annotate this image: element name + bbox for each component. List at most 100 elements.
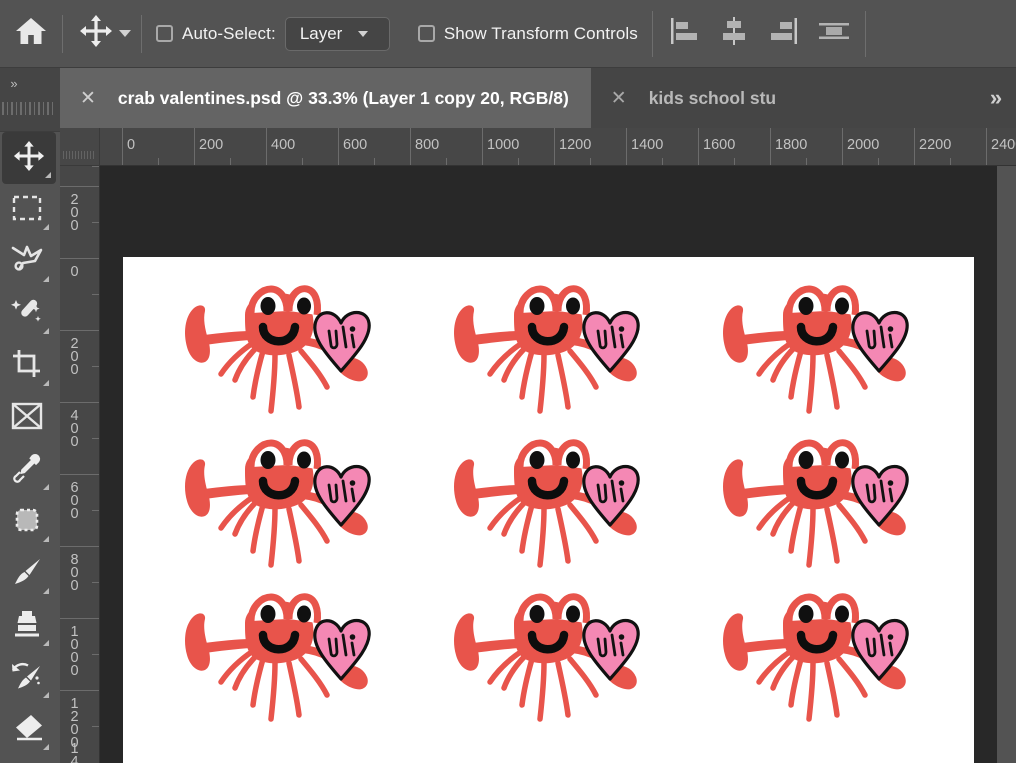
document-tab-kids-school[interactable]: ✕ kids school stu — [590, 68, 799, 128]
tool-object-selection[interactable] — [0, 288, 54, 340]
ruler-label: 1000 — [487, 137, 520, 153]
ruler-label: 600 — [343, 137, 368, 153]
tool-flyout-indicator — [43, 588, 49, 594]
spot-healing-brush-icon — [11, 505, 43, 540]
crab-valentine-artwork — [709, 433, 939, 583]
rectangular-marquee-icon — [12, 195, 42, 226]
ruler-label: 2400 — [991, 137, 1016, 153]
auto-select-group: Auto-Select: Layer — [142, 0, 404, 68]
tool-spot-healing-brush[interactable] — [0, 496, 54, 548]
auto-select-target-dropdown[interactable]: Layer — [284, 16, 390, 51]
ruler-label: 200 — [199, 137, 224, 153]
tools-panel-drag-handle[interactable] — [2, 100, 56, 116]
horizontal-ruler[interactable]: 0 200 400 600 800 1000 1200 1400 1600 18… — [100, 128, 1016, 166]
align-horizontal-centers-button[interactable] — [709, 0, 759, 68]
brush-icon — [11, 557, 43, 592]
crab-valentine-artwork — [440, 587, 670, 737]
close-icon[interactable]: ✕ — [611, 88, 627, 108]
frame-icon — [11, 402, 43, 435]
ruler-label: 1400 — [631, 137, 664, 153]
show-transform-controls-checkbox[interactable] — [417, 25, 435, 42]
align-left-edges-button[interactable] — [659, 0, 709, 68]
crab-valentine-artwork — [709, 587, 939, 737]
ruler-corner-grip — [63, 151, 96, 159]
ruler-label: 400 — [66, 408, 83, 447]
photoshop-window: Auto-Select: Layer Show Transform Contro… — [0, 0, 1016, 763]
canvas-viewport[interactable] — [100, 166, 997, 763]
crab-valentine-artwork — [440, 279, 670, 429]
crab-valentine-artwork — [171, 279, 401, 429]
tool-rectangular-marquee[interactable] — [0, 184, 54, 236]
toolbox — [0, 132, 60, 763]
document-canvas[interactable] — [123, 257, 974, 763]
align-buttons-group — [653, 0, 865, 68]
tool-flyout-indicator — [43, 380, 49, 386]
tool-gradient[interactable] — [0, 756, 54, 763]
eyedropper-icon — [11, 453, 43, 488]
auto-select-target-value: Layer — [299, 23, 343, 43]
move-tool-icon — [79, 14, 113, 53]
crab-valentine-artwork — [440, 433, 670, 583]
tool-flyout-indicator — [45, 172, 51, 178]
options-bar: Auto-Select: Layer Show Transform Contro… — [0, 0, 1016, 68]
tab-overflow-button[interactable]: » — [976, 68, 1016, 128]
clone-stamp-icon — [11, 609, 43, 644]
ruler-label: 1000 — [66, 624, 83, 676]
align-right-icon — [767, 16, 801, 51]
crab-valentine-artwork — [171, 587, 401, 737]
align-right-edges-button[interactable] — [759, 0, 809, 68]
tool-move[interactable] — [2, 132, 56, 184]
show-transform-group: Show Transform Controls — [404, 0, 652, 68]
ruler-origin-corner[interactable] — [60, 128, 100, 166]
tool-flyout-indicator — [43, 536, 49, 542]
tool-flyout-indicator — [43, 744, 49, 750]
tool-clone-stamp[interactable] — [0, 600, 54, 652]
align-center-vertical-icon — [816, 16, 852, 51]
tool-flyout-indicator — [43, 484, 49, 490]
tool-brush[interactable] — [0, 548, 54, 600]
close-icon[interactable]: ✕ — [80, 88, 96, 108]
magic-wand-icon — [11, 297, 43, 332]
ruler-label: 0 — [127, 137, 136, 153]
document-tab-title: kids school stu — [648, 87, 777, 108]
ruler-label: 600 — [66, 480, 83, 519]
tool-history-brush[interactable] — [0, 652, 54, 704]
chevron-double-right-icon[interactable]: » — [4, 72, 24, 94]
vertical-ruler[interactable]: 200 0 200 400 600 800 1000 1200 140 — [60, 166, 100, 763]
ruler-label: 800 — [66, 552, 83, 591]
tools-panel-header: » — [0, 68, 60, 132]
tool-flyout-indicator — [43, 224, 49, 230]
active-tool-picker[interactable] — [63, 0, 141, 68]
ruler-label: 200 — [66, 336, 83, 375]
align-center-horizontal-icon — [717, 16, 751, 51]
align-left-icon — [667, 16, 701, 51]
tool-eraser[interactable] — [0, 704, 54, 756]
eraser-icon — [11, 713, 43, 748]
tool-frame[interactable] — [0, 392, 54, 444]
align-vertical-centers-button[interactable] — [809, 0, 859, 68]
tool-flyout-indicator — [43, 640, 49, 646]
tool-flyout-indicator — [43, 276, 49, 282]
auto-select-checkbox[interactable] — [156, 25, 173, 42]
ruler-label: 1200 — [559, 137, 592, 153]
tools-panel: » — [0, 68, 60, 763]
right-panel-edge — [997, 166, 1016, 763]
show-transform-controls-label: Show Transform Controls — [443, 23, 638, 43]
tool-eyedropper[interactable] — [0, 444, 54, 496]
crab-valentine-artwork — [709, 279, 939, 429]
tool-crop[interactable] — [0, 340, 54, 392]
tool-flyout-indicator — [43, 692, 49, 698]
tool-flyout-indicator — [43, 328, 49, 334]
document-tab-crab-valentines[interactable]: ✕ crab valentines.psd @ 33.3% (Layer 1 c… — [60, 68, 591, 128]
ruler-label: 2200 — [919, 137, 952, 153]
chevron-down-icon — [358, 30, 369, 37]
document-tab-title: crab valentines.psd @ 33.3% (Layer 1 cop… — [117, 87, 569, 108]
tool-lasso[interactable] — [0, 236, 54, 288]
ruler-label: 200 — [66, 192, 83, 231]
auto-select-label: Auto-Select: — [182, 23, 276, 43]
lasso-icon — [11, 245, 43, 280]
home-button[interactable] — [0, 0, 62, 68]
ruler-label: 1800 — [775, 137, 808, 153]
crab-valentine-artwork — [171, 433, 401, 583]
ruler-label: 2000 — [847, 137, 880, 153]
